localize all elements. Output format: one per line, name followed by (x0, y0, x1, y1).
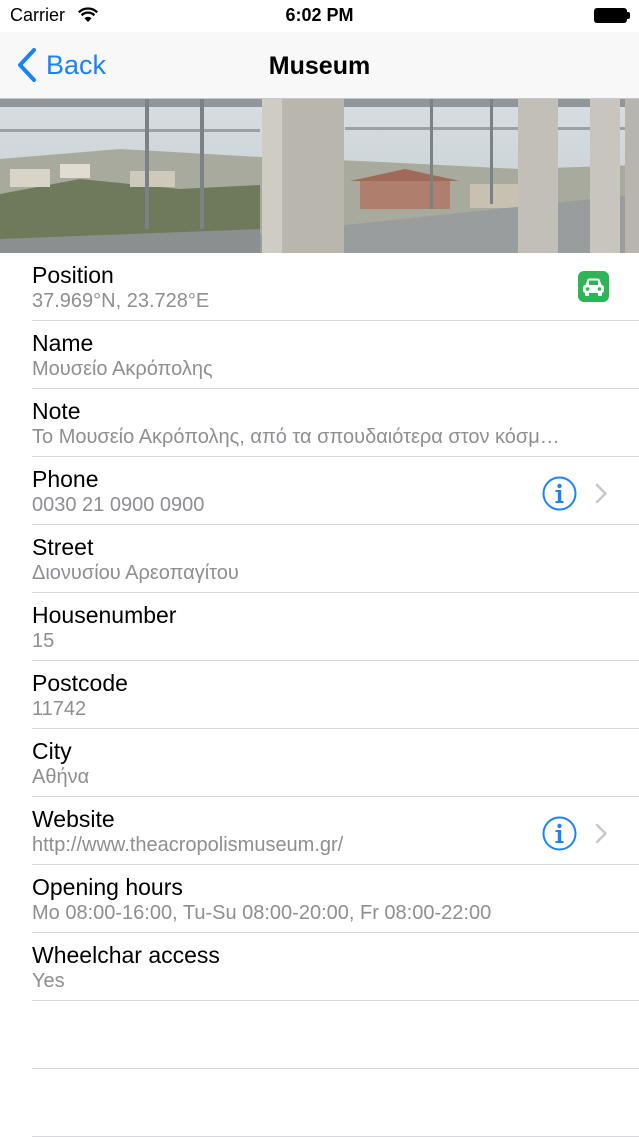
empty-row (0, 1069, 639, 1137)
row-title: Website (32, 806, 115, 832)
row-value: Mo 08:00-16:00, Tu-Su 08:00-20:00, Fr 08… (32, 902, 492, 924)
row-position: Position 37.969°N, 23.728°E (0, 253, 639, 321)
info-icon[interactable] (542, 476, 577, 511)
row-title: Name (32, 330, 94, 356)
row-postcode: Postcode 11742 (0, 661, 639, 729)
row-housenumber: Housenumber 15 (0, 593, 639, 661)
row-value: 15 (32, 630, 55, 652)
row-note: Note Το Μουσείο Ακρόπολης, από τα σπουδα… (0, 389, 639, 457)
row-value: Yes (32, 970, 65, 992)
row-title: Position (32, 262, 114, 288)
navigation-bar: Back Museum (0, 32, 639, 99)
car-icon[interactable] (578, 271, 609, 302)
row-website[interactable]: Website http://www.theacropolismuseum.gr… (0, 797, 639, 865)
museum-photo (0, 99, 639, 253)
chevron-right-icon (595, 483, 607, 504)
row-value: http://www.theacropolismuseum.gr/ (32, 834, 344, 856)
row-street: Street Διονυσίου Αρεοπαγίτου (0, 525, 639, 593)
row-title: Street (32, 534, 94, 560)
row-opening-hours: Opening hours Mo 08:00-16:00, Tu-Su 08:0… (0, 865, 639, 933)
row-title: Housenumber (32, 602, 177, 628)
row-title: Opening hours (32, 874, 183, 900)
detail-list: Position 37.969°N, 23.728°E Name Μουσείο… (0, 253, 639, 1137)
row-value: 0030 21 0900 0900 (32, 494, 205, 516)
row-title: City (32, 738, 72, 764)
battery-icon (594, 8, 630, 23)
chevron-right-icon (595, 823, 607, 844)
row-name: Name Μουσείο Ακρόπολης (0, 321, 639, 389)
status-bar: Carrier 6:02 PM (0, 0, 639, 32)
row-title: Postcode (32, 670, 128, 696)
row-title: Wheelchar access (32, 942, 220, 968)
row-title: Phone (32, 466, 99, 492)
page-title: Museum (268, 52, 371, 80)
clock: 6:02 PM (285, 5, 354, 25)
row-city: City Αθήνα (0, 729, 639, 797)
info-icon[interactable] (542, 816, 577, 851)
empty-row (0, 1001, 639, 1069)
row-value: Το Μουσείο Ακρόπολης, από τα σπουδαιότερ… (32, 426, 560, 448)
row-title: Note (32, 398, 81, 424)
row-value: 37.969°N, 23.728°E (32, 290, 210, 312)
row-value: Μουσείο Ακρόπολης (32, 358, 213, 380)
row-wheelchair-access: Wheelchar access Yes (0, 933, 639, 1001)
row-phone[interactable]: Phone 0030 21 0900 0900 (0, 457, 639, 525)
row-value: Διονυσίου Αρεοπαγίτου (32, 562, 239, 584)
row-value: 11742 (32, 698, 87, 720)
row-value: Αθήνα (32, 766, 90, 788)
